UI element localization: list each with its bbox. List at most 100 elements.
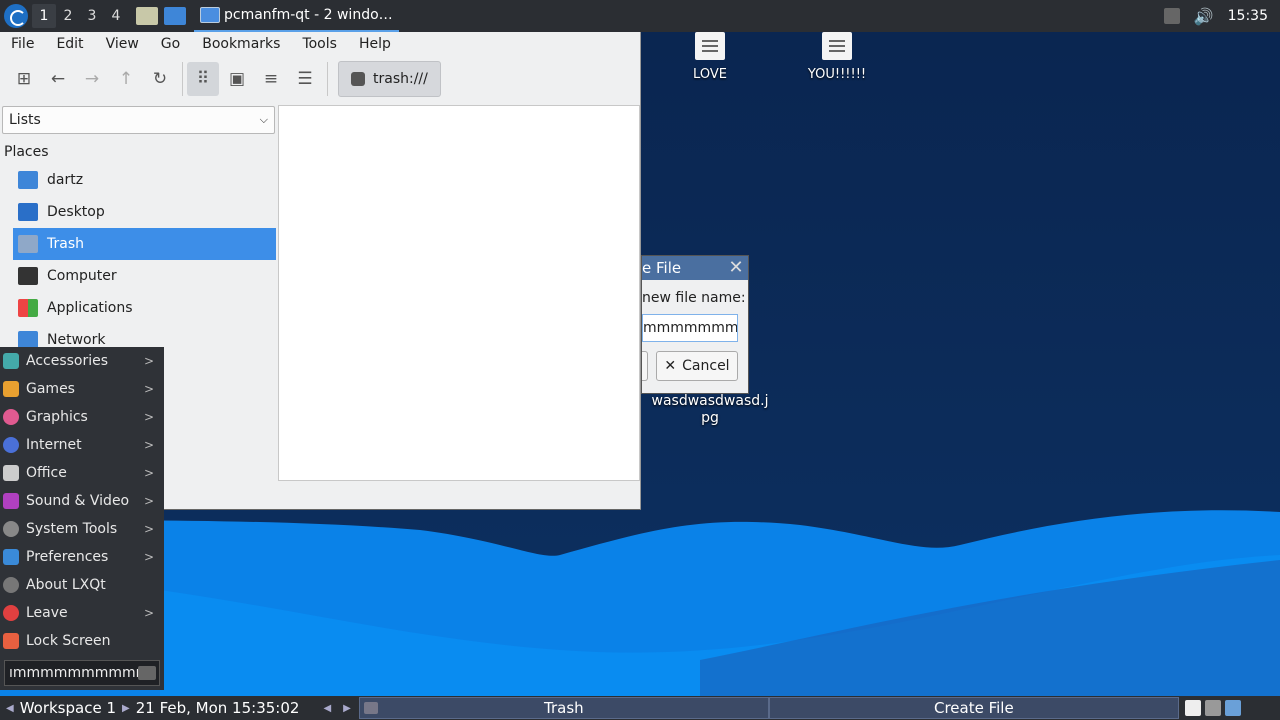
menu-edit[interactable]: Edit	[45, 36, 94, 52]
folder-icon	[363, 702, 378, 714]
menu-bookmarks[interactable]: Bookmarks	[191, 36, 291, 52]
prev-workspace-icon[interactable]: ◀	[6, 703, 14, 714]
menu-item-office[interactable]: Office >	[0, 459, 164, 487]
menu-item-sound-video[interactable]: Sound & Video >	[0, 487, 164, 515]
place-label: Trash	[47, 236, 84, 252]
menu-search-input[interactable]: ımmmmmmmmmm	[4, 660, 160, 686]
reload-icon[interactable]: ↻	[144, 62, 176, 96]
clipboard-icon[interactable]	[1184, 700, 1201, 716]
show-desktop-icon[interactable]	[136, 7, 158, 25]
chevron-right-icon: >	[143, 466, 154, 480]
menu-go[interactable]: Go	[150, 36, 191, 52]
chevron-down-icon: ⌵	[259, 113, 268, 126]
side-pane-mode-select[interactable]: Lists ⌵	[2, 106, 275, 134]
place-trash[interactable]: Trash	[13, 228, 276, 260]
menu-view[interactable]: View	[95, 36, 150, 52]
menu-item-leave[interactable]: Leave >	[0, 599, 164, 627]
applications-icon	[18, 299, 38, 317]
text-file-icon	[822, 32, 852, 60]
taskbar-trash[interactable]: Trash	[358, 697, 769, 719]
close-icon[interactable]: ✕	[726, 258, 746, 278]
thumbnail-view-icon[interactable]: ▣	[221, 62, 253, 96]
datetime[interactable]: 21 Feb, Mon 15:35:02	[136, 699, 300, 717]
new-tab-icon[interactable]: ⊞	[8, 62, 40, 96]
chevron-right-icon: >	[143, 606, 154, 620]
menu-item-about[interactable]: About LXQt	[0, 571, 164, 599]
lock-icon	[3, 633, 19, 649]
detailed-list-view-icon[interactable]: ☰	[289, 62, 321, 96]
chevron-right-icon: >	[143, 550, 154, 564]
menu-item-accessories[interactable]: Accessories >	[0, 347, 164, 375]
menu-item-games[interactable]: Games >	[0, 375, 164, 403]
taskbar-pcmanfm[interactable]: pcmanfm-qt - 2 windo…	[194, 0, 399, 32]
office-icon	[3, 465, 19, 481]
info-icon[interactable]	[1224, 700, 1241, 716]
eject-icon[interactable]	[1163, 8, 1180, 24]
clear-search-icon[interactable]	[138, 666, 156, 680]
menu-item-system-tools[interactable]: System Tools >	[0, 515, 164, 543]
menu-item-label: Games	[26, 381, 75, 397]
cancel-label: Cancel	[682, 358, 730, 374]
taskbar-create-file[interactable]: Create File	[768, 697, 1179, 719]
dialog-titlebar[interactable]: e File ✕	[642, 256, 748, 280]
menu-tools[interactable]: Tools	[291, 36, 348, 52]
main-menu-icon[interactable]	[4, 4, 28, 28]
back-icon[interactable]: ←	[42, 62, 74, 96]
desktop-file-wasd[interactable]: wasdwasdwasd.j pg	[650, 393, 770, 427]
menu-item-label: Office	[26, 465, 67, 481]
desktop-file-label: LOVE	[693, 67, 727, 82]
place-applications[interactable]: Applications	[13, 292, 276, 324]
top-panel: 1 2 3 4 pcmanfm-qt - 2 windo… 🔊 15:35	[0, 0, 1280, 32]
compact-view-icon[interactable]: ≡	[255, 62, 287, 96]
icon-view-icon[interactable]: ⠿	[187, 62, 219, 96]
desktop-file-you[interactable]: YOU!!!!!!	[782, 32, 892, 83]
menu-item-label: Lock Screen	[26, 633, 111, 649]
workspace-switcher[interactable]: ◀ Workspace 1 ▶	[0, 696, 136, 720]
info-icon	[3, 577, 19, 593]
menu-item-lock-screen[interactable]: Lock Screen	[0, 627, 164, 655]
menu-help[interactable]: Help	[348, 36, 402, 52]
menu-search-value: ımmmmmmmmmm	[9, 665, 150, 681]
chevron-right-icon: >	[143, 522, 154, 536]
workspace-1-button[interactable]: 1	[32, 4, 56, 28]
chevron-right-icon: >	[143, 410, 154, 424]
prev-task-icon[interactable]: ◀	[323, 703, 331, 714]
menu-item-preferences[interactable]: Preferences >	[0, 543, 164, 571]
workspace-4-button[interactable]: 4	[104, 4, 128, 28]
display-icon[interactable]	[1204, 700, 1221, 716]
places-header: Places	[4, 144, 49, 160]
place-dartz[interactable]: dartz	[13, 164, 276, 196]
toolbar: ⊞ ← → ↑ ↻ ⠿ ▣ ≡ ☰ trash:///	[0, 56, 640, 102]
volume-icon[interactable]: 🔊	[1194, 7, 1214, 26]
system-tools-icon	[3, 521, 19, 537]
ok-button[interactable]	[642, 351, 648, 381]
internet-icon	[3, 437, 19, 453]
desktop-file-love[interactable]: LOVE	[655, 32, 765, 83]
graphics-icon	[3, 409, 19, 425]
place-desktop[interactable]: Desktop	[13, 196, 276, 228]
file-manager-launcher-icon[interactable]	[164, 7, 186, 25]
games-icon	[3, 381, 19, 397]
path-button[interactable]: trash:///	[338, 61, 441, 97]
workspace-3-button[interactable]: 3	[80, 4, 104, 28]
clock[interactable]: 15:35	[1228, 8, 1268, 24]
file-name-input[interactable]: mmmmmmmm	[642, 314, 738, 342]
preferences-icon	[3, 549, 19, 565]
menu-item-internet[interactable]: Internet >	[0, 431, 164, 459]
desktop-file-label: YOU!!!!!!	[807, 67, 867, 82]
up-icon[interactable]: ↑	[110, 62, 142, 96]
next-workspace-icon[interactable]: ▶	[122, 703, 130, 714]
folder-icon	[200, 7, 220, 23]
menu-item-label: Accessories	[26, 353, 109, 369]
menu-item-graphics[interactable]: Graphics >	[0, 403, 164, 431]
folder-view[interactable]	[278, 105, 640, 481]
forward-icon[interactable]: →	[76, 62, 108, 96]
dialog-prompt: new file name:	[642, 290, 746, 306]
workspace-2-button[interactable]: 2	[56, 4, 80, 28]
menu-file[interactable]: File	[0, 36, 45, 52]
menu-item-label: System Tools	[26, 521, 118, 537]
cancel-button[interactable]: ✕ Cancel	[656, 351, 738, 381]
place-computer[interactable]: Computer	[13, 260, 276, 292]
next-task-icon[interactable]: ▶	[343, 703, 351, 714]
application-menu: Accessories > Games > Graphics > Internet > …	[0, 347, 164, 690]
